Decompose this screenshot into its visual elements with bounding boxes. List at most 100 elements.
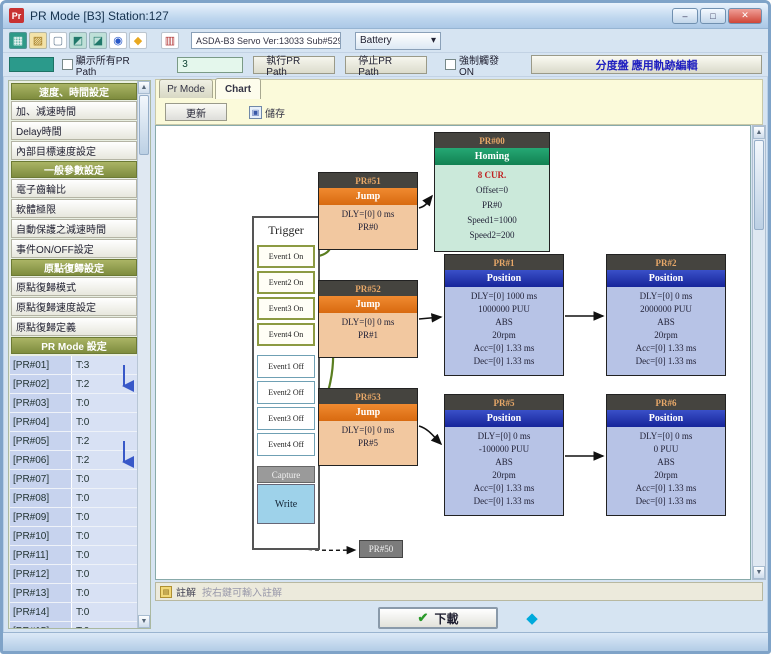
- sidebar-entry[interactable]: 原點復歸速度設定: [11, 297, 137, 316]
- pr-type-value: T:0: [72, 394, 138, 412]
- force-trigger-checkbox[interactable]: [445, 59, 456, 70]
- pr-list-row[interactable]: [PR#03] T:0: [10, 394, 138, 413]
- pr50-block[interactable]: PR#50: [359, 540, 403, 558]
- maximize-button[interactable]: □: [700, 8, 726, 24]
- pr-type-value: T:0: [72, 546, 138, 564]
- sidebar-entry[interactable]: Delay時間: [11, 121, 137, 140]
- download-button[interactable]: ✔ 下載: [378, 607, 498, 629]
- capture-cell[interactable]: Capture: [257, 466, 315, 483]
- pr-list-row[interactable]: [PR#05] T:2: [10, 432, 138, 451]
- canvas-scroll-thumb[interactable]: [754, 140, 764, 230]
- block-id: PR#53: [319, 389, 417, 404]
- minimize-button[interactable]: –: [672, 8, 698, 24]
- servo-state-button[interactable]: [9, 57, 54, 72]
- sidebar-scroll-thumb[interactable]: [139, 95, 149, 155]
- sidebar-entry[interactable]: 事件ON/OFF設定: [11, 239, 137, 258]
- refresh-chart-button[interactable]: 更新: [165, 103, 227, 121]
- scroll-down-icon[interactable]: ▼: [753, 566, 765, 579]
- tab-chart[interactable]: Chart: [215, 78, 261, 99]
- control-bar: 顯示所有PR Path 執行PR Path 停止PR Path 強制觸發 ON …: [3, 53, 768, 77]
- pr-list-row[interactable]: [PR#11] T:0: [10, 546, 138, 565]
- block-type-label: Jump: [319, 188, 417, 205]
- canvas-scrollbar[interactable]: ▲ ▼: [752, 125, 766, 580]
- index-editor-button[interactable]: 分度盤 應用軌跡編輯: [531, 55, 762, 74]
- report-icon[interactable]: ▥: [161, 32, 179, 49]
- pr-id: [PR#15]: [10, 622, 72, 629]
- event-on-group: Event1 On Event2 On Event3 On Event4 On: [254, 245, 318, 346]
- pr-type-value: T:0: [72, 584, 138, 602]
- comment-bar[interactable]: ▤ 註解 按右鍵可輸入註解: [155, 582, 763, 601]
- block-type-label: Jump: [319, 296, 417, 313]
- import-icon[interactable]: ◪: [89, 32, 107, 49]
- event-on-cell[interactable]: Event2 On: [257, 271, 315, 294]
- alert-icon[interactable]: ◆: [129, 32, 147, 49]
- write-cell[interactable]: Write: [257, 484, 315, 524]
- sidebar-entry[interactable]: 加、減速時間: [11, 101, 137, 120]
- event-off-cell[interactable]: Event3 Off: [257, 407, 315, 430]
- block-body: 8 CUR.Offset=0 PR#0 Speed1=1000 Speed2=2…: [435, 165, 549, 251]
- run-pr-button[interactable]: 執行PR Path: [253, 56, 335, 74]
- pr-list-row[interactable]: [PR#14] T:0: [10, 603, 138, 622]
- save-chart-button[interactable]: ▣ 儲存: [249, 104, 285, 120]
- pr-id: [PR#12]: [10, 565, 72, 583]
- help-icon[interactable]: ◉: [109, 32, 127, 49]
- flowchart-canvas[interactable]: Trigger Event1 OnEvent2 OnEvent3 OnEvent…: [155, 125, 751, 580]
- pr-jump-block[interactable]: PR#53 Jump DLY=[0] 0 ms PR#5: [318, 388, 418, 466]
- pr-jump-block[interactable]: PR#51 Jump DLY=[0] 0 ms PR#0: [318, 172, 418, 250]
- pr-position-block[interactable]: PR#1 Position DLY=[0] 1000 ms 1000000 PU…: [444, 254, 564, 376]
- pr-type-value: T:0: [72, 622, 138, 629]
- pr-list-row[interactable]: [PR#02] T:2: [10, 375, 138, 394]
- pr-list-row[interactable]: [PR#12] T:0: [10, 565, 138, 584]
- event-off-group: Event1 Off Event2 Off Event3 Off Event4 Off: [254, 355, 318, 456]
- scroll-up-icon[interactable]: ▲: [138, 81, 150, 94]
- event-off-cell[interactable]: Event2 Off: [257, 381, 315, 404]
- sidebar-entries: 速度、時間設定 加、減速時間 Delay時間 內部目標速度設定 一般參數設定 電…: [10, 83, 138, 354]
- sidebar-scrollbar[interactable]: ▲ ▼: [137, 81, 150, 628]
- sidebar-entry[interactable]: 軟體極限: [11, 199, 137, 218]
- scroll-down-icon[interactable]: ▼: [138, 615, 150, 628]
- pr-homing-block[interactable]: PR#00 Homing 8 CUR.Offset=0 PR#0 Speed1=…: [434, 132, 550, 252]
- pr-position-block[interactable]: PR#5 Position DLY=[0] 0 ms -100000 PUU A…: [444, 394, 564, 516]
- pr-list-row[interactable]: [PR#09] T:0: [10, 508, 138, 527]
- pr-type-value: T:0: [72, 470, 138, 488]
- scroll-up-icon[interactable]: ▲: [753, 126, 765, 139]
- open-file-icon[interactable]: ▨: [29, 32, 47, 49]
- trigger-box: Trigger Event1 OnEvent2 OnEvent3 OnEvent…: [252, 216, 320, 550]
- sidebar-entry[interactable]: 自動保護之減速時間: [11, 219, 137, 238]
- pr-list-row[interactable]: [PR#13] T:0: [10, 584, 138, 603]
- tab-pr-mode[interactable]: Pr Mode: [159, 79, 213, 98]
- pr-id: [PR#02]: [10, 375, 72, 393]
- event-off-cell[interactable]: Event4 Off: [257, 433, 315, 456]
- pr-list-row[interactable]: [PR#08] T:0: [10, 489, 138, 508]
- pr-list-row[interactable]: [PR#10] T:0: [10, 527, 138, 546]
- sidebar-entry[interactable]: 原點復歸模式: [11, 277, 137, 296]
- pr-position-block[interactable]: PR#2 Position DLY=[0] 0 ms 2000000 PUU A…: [606, 254, 726, 376]
- pr-position-block[interactable]: PR#6 Position DLY=[0] 0 ms 0 PUU ABS 20r…: [606, 394, 726, 516]
- pr-type-value: T:0: [72, 527, 138, 545]
- sidebar-entry[interactable]: 電子齒輪比: [11, 179, 137, 198]
- sidebar-entry[interactable]: 內部目標速度設定: [11, 141, 137, 160]
- stop-pr-button[interactable]: 停止PR Path: [345, 56, 427, 74]
- pr-list-row[interactable]: [PR#06] T:2: [10, 451, 138, 470]
- pr-list-row[interactable]: [PR#01] T:3: [10, 356, 138, 375]
- online-icon[interactable]: ▦: [9, 32, 27, 49]
- sidebar-entry[interactable]: 原點復歸定義: [11, 317, 137, 336]
- event-off-cell[interactable]: Event1 Off: [257, 355, 315, 378]
- event-on-cell[interactable]: Event3 On: [257, 297, 315, 320]
- close-button[interactable]: ✕: [728, 8, 762, 24]
- mode-dropdown[interactable]: Battery ▾: [355, 32, 441, 50]
- event-on-cell[interactable]: Event1 On: [257, 245, 315, 268]
- sidebar-entry: 速度、時間設定: [11, 83, 137, 100]
- delta-logo-icon: ◆: [524, 610, 540, 626]
- chevron-down-icon: ▾: [431, 35, 436, 46]
- show-all-checkbox[interactable]: [62, 59, 73, 70]
- new-file-icon[interactable]: ▢: [49, 32, 67, 49]
- pr-jump-block[interactable]: PR#52 Jump DLY=[0] 0 ms PR#1: [318, 280, 418, 358]
- event-on-cell[interactable]: Event4 On: [257, 323, 315, 346]
- pr-list-row[interactable]: [PR#15] T:0: [10, 622, 138, 629]
- pr-list-row[interactable]: [PR#07] T:0: [10, 470, 138, 489]
- pr-list-row[interactable]: [PR#04] T:0: [10, 413, 138, 432]
- pr-type-value: T:0: [72, 413, 138, 431]
- export-icon[interactable]: ◩: [69, 32, 87, 49]
- pr-number-input[interactable]: [177, 57, 243, 73]
